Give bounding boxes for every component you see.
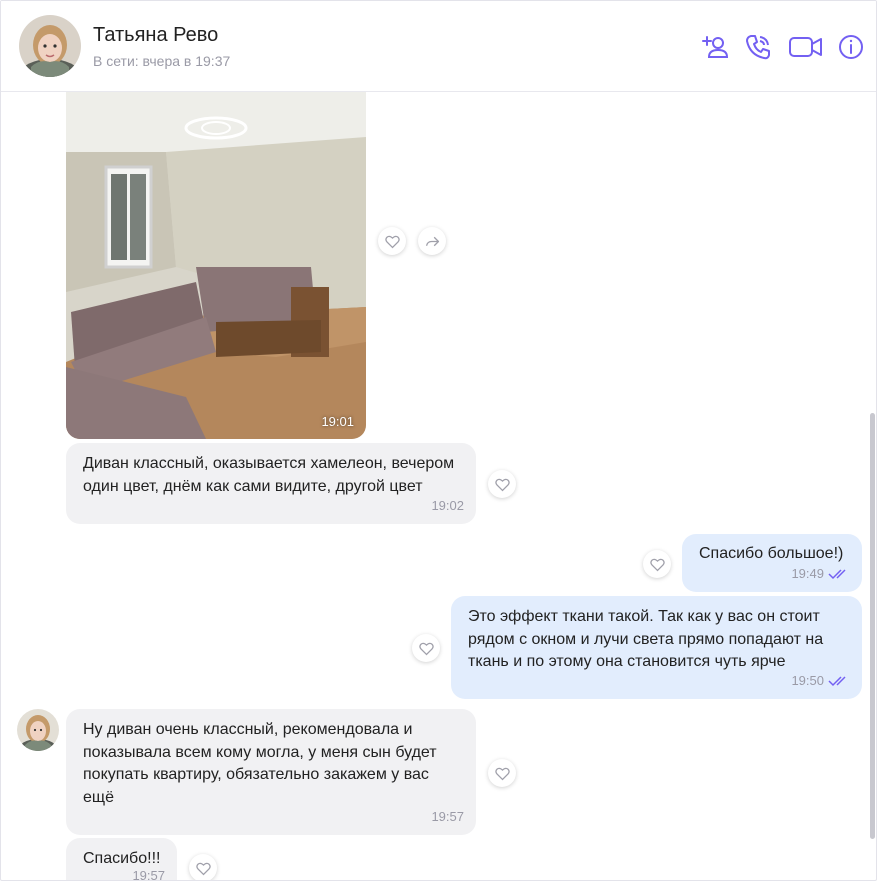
- heart-icon: [494, 478, 510, 491]
- photo-message[interactable]: 19:01: [66, 92, 366, 439]
- message-text: Ну диван очень классный, рекомендовала и…: [83, 721, 437, 806]
- forward-icon: [425, 236, 439, 246]
- like-button[interactable]: [488, 470, 516, 498]
- message-text: Это эффект ткани такой. Так как у вас он…: [468, 608, 824, 670]
- contact-avatar[interactable]: [19, 15, 81, 77]
- message-time: 19:01: [321, 414, 354, 429]
- forward-button[interactable]: [418, 227, 446, 255]
- incoming-message[interactable]: Ну диван очень классный, рекомендовала и…: [66, 709, 476, 835]
- time-label: 19:49: [791, 565, 824, 581]
- sender-avatar[interactable]: [17, 709, 59, 751]
- time-label: 19:57: [431, 808, 464, 824]
- info-icon[interactable]: [835, 31, 867, 63]
- outgoing-message[interactable]: Спасибо большое!) 19:49: [682, 534, 862, 592]
- heart-icon: [384, 235, 400, 248]
- read-ticks-icon: [828, 676, 846, 686]
- contact-name[interactable]: Татьяна Рево: [93, 24, 218, 47]
- time-label: 19:50: [791, 672, 824, 688]
- scrollbar[interactable]: [870, 413, 875, 839]
- incoming-message[interactable]: Диван классный, оказывается хамелеон, ве…: [66, 443, 476, 524]
- message-time: 19:50: [791, 670, 850, 693]
- contact-status: В сети: вчера в 19:37: [93, 53, 231, 69]
- heart-icon: [195, 862, 211, 875]
- message-time: 19:02: [431, 495, 464, 518]
- time-label: 19:02: [431, 497, 464, 513]
- like-button[interactable]: [378, 227, 406, 255]
- read-ticks-icon: [828, 569, 846, 579]
- message-time: 19:57: [132, 865, 165, 881]
- heart-icon: [649, 558, 665, 571]
- chat-header: Татьяна Рево В сети: вчера в 19:37: [1, 1, 876, 92]
- heart-icon: [494, 767, 510, 780]
- like-button[interactable]: [189, 854, 217, 880]
- sofa-photo: [66, 92, 366, 439]
- incoming-message[interactable]: Спасибо!!! 19:57: [66, 838, 177, 880]
- message-text: Диван классный, оказывается хамелеон, ве…: [83, 455, 455, 495]
- like-button[interactable]: [643, 550, 671, 578]
- add-contact-icon[interactable]: [699, 31, 731, 63]
- message-time: 19:49: [791, 563, 850, 586]
- heart-icon: [418, 642, 434, 655]
- like-button[interactable]: [488, 759, 516, 787]
- video-icon[interactable]: [787, 31, 825, 63]
- chat-window: Татьяна Рево В сети: вчера в 19:37 19:01…: [0, 0, 877, 881]
- outgoing-message[interactable]: Это эффект ткани такой. Так как у вас он…: [451, 596, 862, 699]
- message-time: 19:57: [431, 806, 464, 829]
- phone-icon[interactable]: [742, 31, 774, 63]
- time-label: 19:57: [132, 867, 165, 881]
- like-button[interactable]: [412, 634, 440, 662]
- message-list[interactable]: 19:01 Диван классный, оказывается хамеле…: [1, 92, 876, 880]
